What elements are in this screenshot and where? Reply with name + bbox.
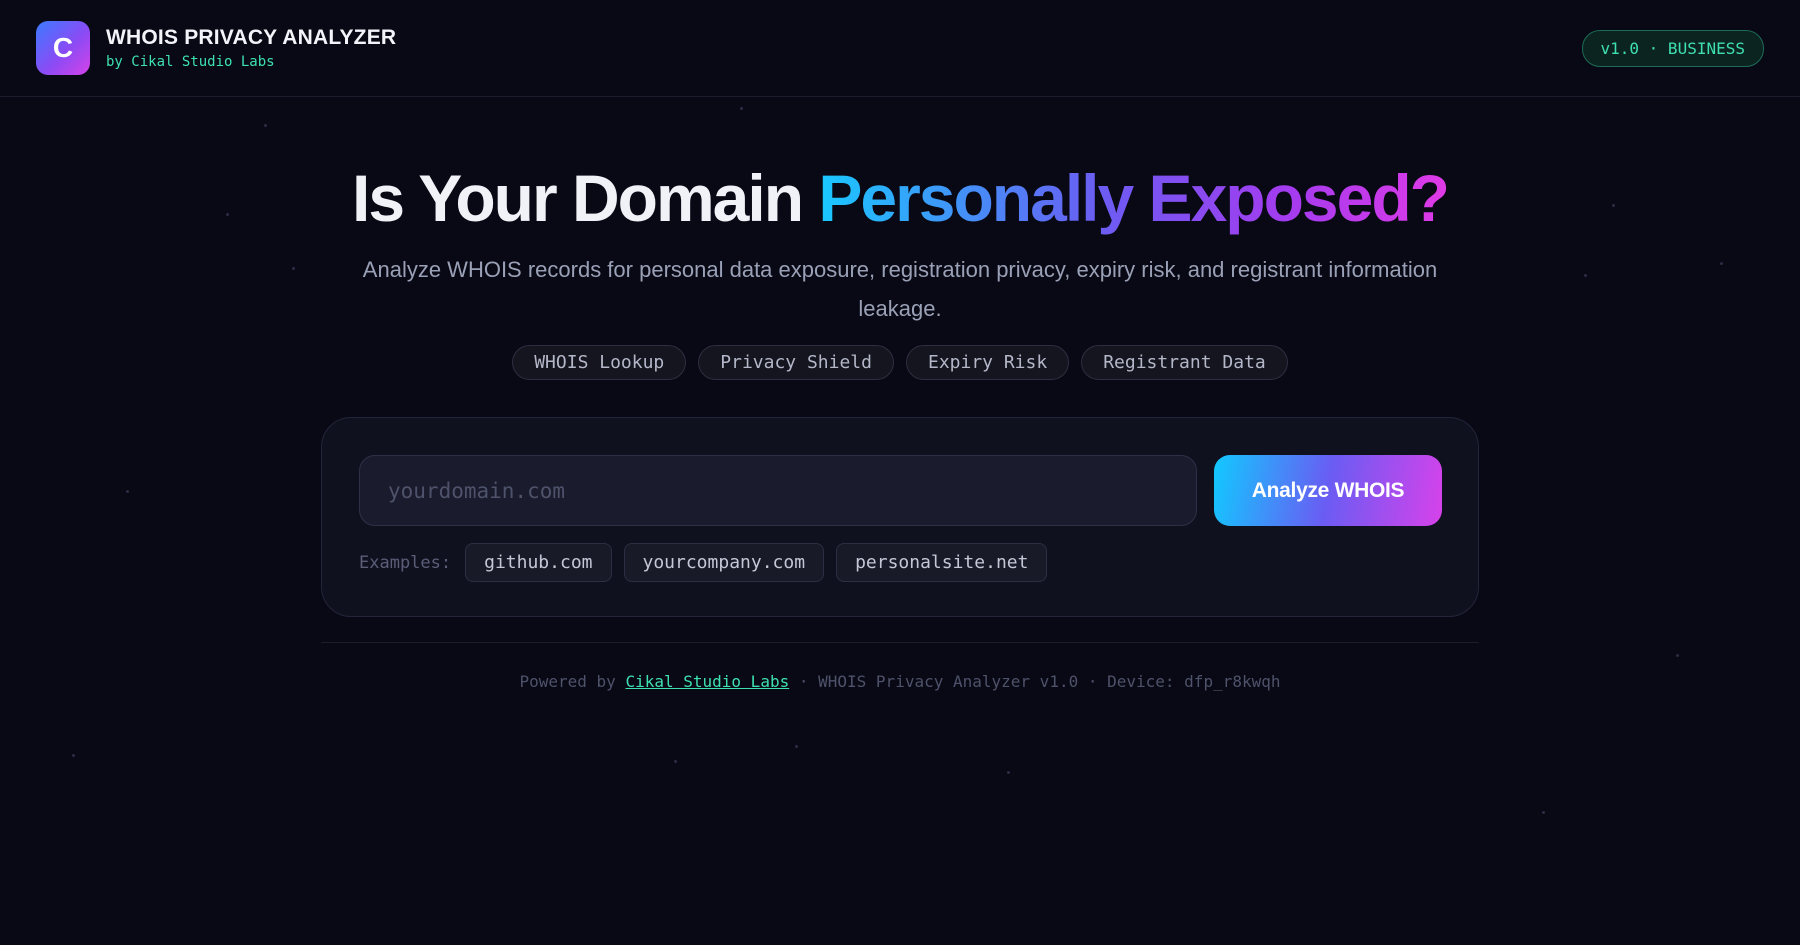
app-logo: C: [36, 21, 90, 75]
domain-input[interactable]: [359, 455, 1197, 526]
page-footer: Powered by Cikal Studio Labs · WHOIS Pri…: [0, 672, 1800, 691]
examples-row: Examples: github.com yourcompany.com per…: [359, 543, 1048, 582]
example-chip-github[interactable]: github.com: [465, 543, 612, 582]
hero-title: Is Your Domain Personally Exposed?: [0, 160, 1800, 236]
example-chip-yourcompany[interactable]: yourcompany.com: [623, 543, 825, 582]
app-title: WHOIS PRIVACY ANALYZER: [106, 26, 397, 49]
hero-subtitle: Analyze WHOIS records for personal data …: [362, 257, 1438, 321]
example-chip-personalsite[interactable]: personalsite.net: [836, 543, 1048, 582]
footer-suffix: · WHOIS Privacy Analyzer v1.0 · Device: …: [798, 672, 1281, 691]
app-subtitle: by Cikal Studio Labs: [106, 54, 275, 70]
feature-tags: WHOIS Lookup Privacy Shield Expiry Risk …: [0, 345, 1800, 380]
feature-tag: Registrant Data: [1081, 345, 1288, 380]
feature-tag: Expiry Risk: [905, 345, 1070, 380]
footer-divider: [321, 642, 1479, 643]
search-card: Analyze WHOIS Examples: github.com yourc…: [321, 417, 1479, 617]
feature-tag: WHOIS Lookup: [512, 345, 687, 380]
hero-title-plain: Is Your Domain: [352, 161, 819, 235]
examples-label: Examples:: [359, 552, 452, 573]
app-header: C WHOIS PRIVACY ANALYZER by Cikal Studio…: [0, 0, 1800, 97]
feature-tag: Privacy Shield: [698, 345, 894, 380]
footer-prefix: Powered by: [519, 672, 616, 691]
brand-block: WHOIS PRIVACY ANALYZER by Cikal Studio L…: [106, 26, 396, 70]
footer-link-cikal[interactable]: Cikal Studio Labs: [625, 672, 789, 691]
analyze-whois-button[interactable]: Analyze WHOIS: [1214, 455, 1442, 526]
version-badge: v1.0 · BUSINESS: [1581, 29, 1764, 67]
hero-title-highlight: Personally Exposed?: [818, 161, 1450, 235]
